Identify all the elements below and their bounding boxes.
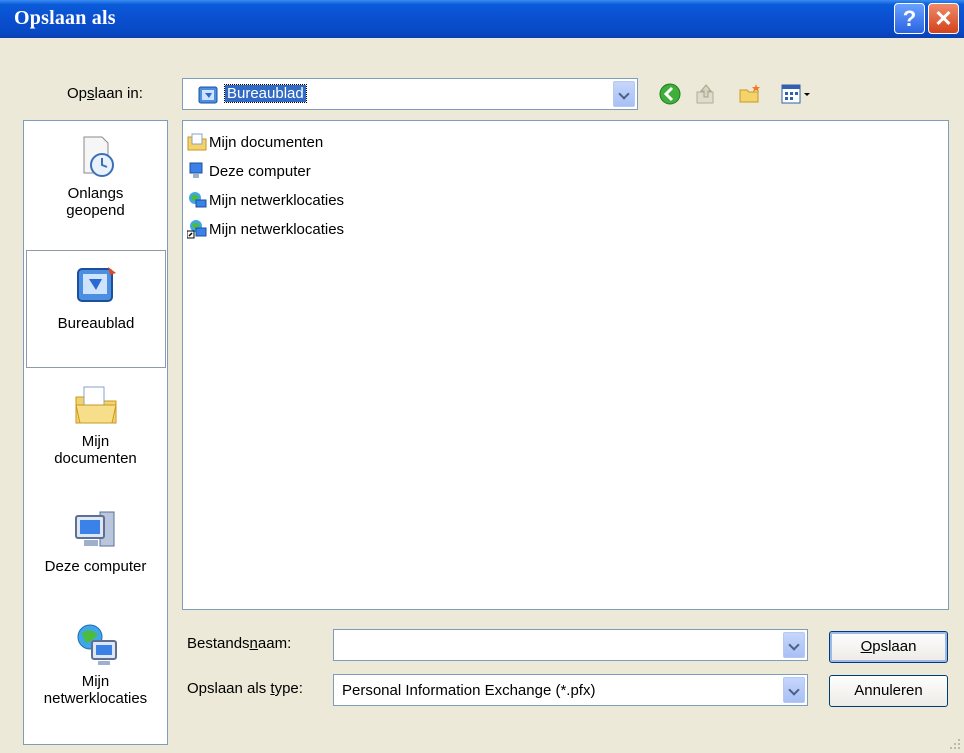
file-name: Deze computer: [209, 162, 311, 180]
cancel-button[interactable]: Annuleren: [829, 675, 948, 707]
places-bar: Onlangs geopend Bureaublad Mijn document…: [23, 120, 168, 745]
network-places-icon: [77, 624, 117, 665]
file-name: Mijn documenten: [209, 133, 324, 151]
title-bar[interactable]: Opslaan als ? ✕: [0, 0, 964, 38]
list-item[interactable]: Mijn documenten: [187, 131, 323, 153]
save-as-dialog: Opslaan als ? ✕ Opslaan in: Bureaublad O…: [0, 0, 964, 753]
computer-icon: [189, 162, 203, 178]
desktop-icon: [77, 267, 116, 302]
back-icon[interactable]: [658, 82, 682, 106]
save-in-value: Bureaublad: [224, 84, 307, 103]
place-recent-label-1: Onlangs: [67, 185, 124, 202]
help-icon: ?: [902, 6, 917, 31]
new-folder-icon[interactable]: [738, 82, 762, 106]
chevron-down-icon[interactable]: [783, 677, 805, 703]
place-my-computer-label: Deze computer: [44, 558, 147, 575]
list-item[interactable]: Deze computer: [187, 160, 311, 182]
filename-input[interactable]: [333, 629, 808, 661]
my-computer-icon: [74, 511, 114, 547]
place-my-documents-label-1: Mijn: [81, 433, 110, 450]
recent-documents-icon: [83, 136, 114, 177]
place-my-documents-label-2: documenten: [54, 450, 137, 467]
filetype-label: Opslaan als type:: [187, 680, 303, 697]
chevron-down-icon[interactable]: [783, 632, 805, 658]
file-name: Mijn netwerklocaties: [209, 191, 345, 209]
network-icon: [189, 192, 207, 208]
folder-icon: [187, 133, 207, 151]
place-desktop-label: Bureaublad: [57, 315, 135, 332]
network-shortcut-icon: [187, 220, 207, 239]
place-my-computer[interactable]: Deze computer: [28, 506, 163, 575]
resize-grip-icon[interactable]: [946, 735, 962, 751]
save-button[interactable]: Opslaan: [829, 631, 948, 663]
filetype-dropdown[interactable]: Personal Information Exchange (*.pfx): [333, 674, 808, 706]
list-item[interactable]: Mijn netwerklocaties: [187, 189, 344, 211]
close-icon: ✕: [934, 6, 953, 31]
place-desktop[interactable]: Bureaublad: [26, 250, 166, 368]
up-folder-icon[interactable]: [694, 82, 718, 106]
close-button[interactable]: ✕: [928, 3, 959, 34]
file-name: Mijn netwerklocaties: [209, 220, 345, 238]
desktop-icon: [198, 86, 218, 104]
place-recent[interactable]: Onlangs geopend: [28, 133, 163, 219]
save-in-dropdown[interactable]: Bureaublad: [182, 78, 638, 110]
place-network-label-2: netwerklocaties: [43, 690, 148, 707]
place-network-label-1: Mijn: [81, 673, 110, 690]
chevron-down-icon[interactable]: [613, 81, 635, 107]
view-menu-icon[interactable]: [780, 82, 816, 106]
my-documents-icon: [74, 386, 117, 424]
place-recent-label-2: geopend: [66, 202, 125, 219]
file-list[interactable]: Mijn documenten Deze computer Mijn netwe…: [182, 120, 949, 610]
filename-label: Bestandsnaam:: [187, 635, 292, 652]
list-item[interactable]: Mijn netwerklocaties: [187, 218, 344, 240]
place-my-documents[interactable]: Mijn documenten: [28, 381, 163, 467]
help-button[interactable]: ?: [894, 3, 925, 34]
filetype-value: Personal Information Exchange (*.pfx): [342, 682, 596, 699]
dialog-title: Opslaan als: [14, 7, 116, 29]
place-network[interactable]: Mijn netwerklocaties: [28, 621, 163, 707]
save-in-label: Opslaan in:: [67, 85, 143, 102]
